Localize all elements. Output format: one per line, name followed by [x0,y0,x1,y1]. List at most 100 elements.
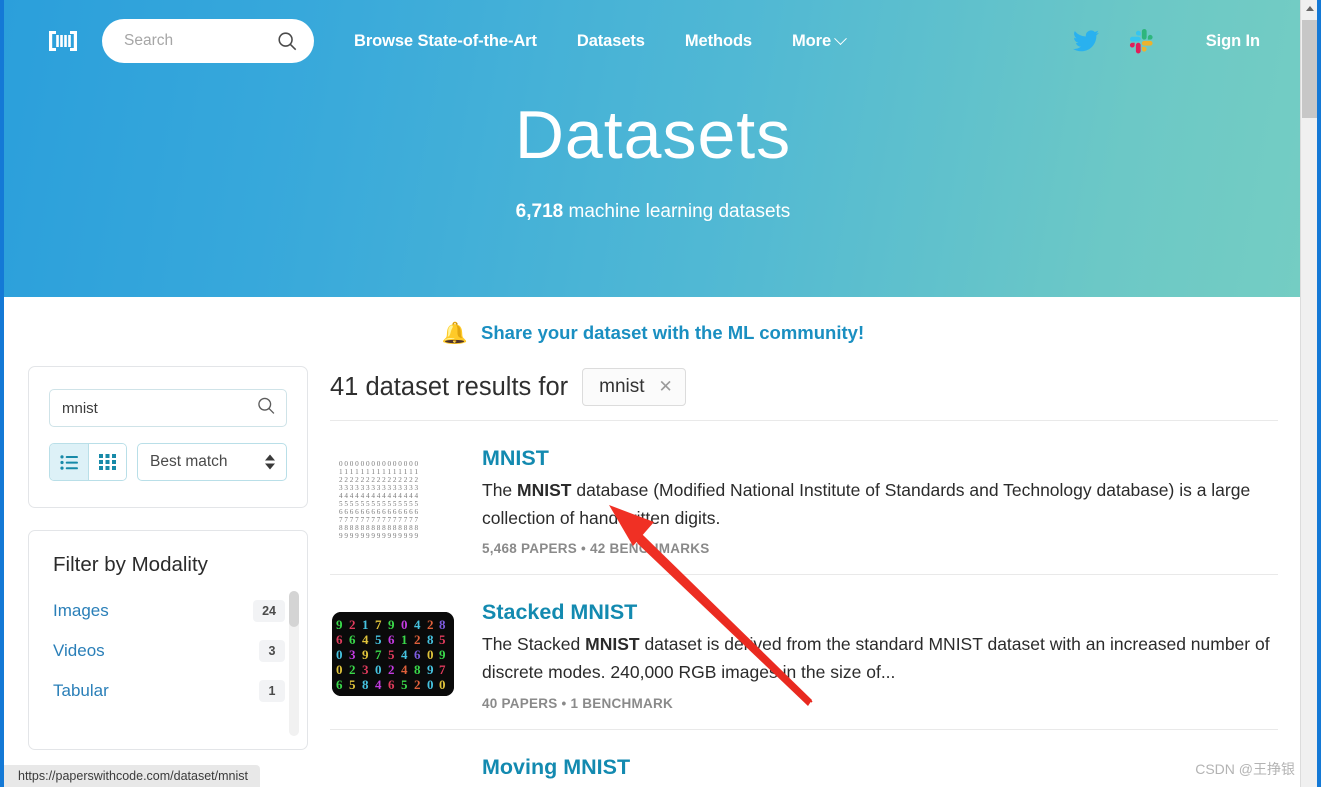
svg-text:6: 6 [414,647,421,662]
svg-text:7: 7 [375,617,382,632]
svg-text:8: 8 [414,662,421,677]
filter-list-scrollbar-thumb[interactable] [289,591,299,627]
window-left-edge [0,0,4,787]
svg-text:9 9 9 9 9 9 9 9 9 9 9 9 9 9 9: 9 9 9 9 9 9 9 9 9 9 9 9 9 9 9 [339,532,418,540]
status-bar-url: https://paperswithcode.com/dataset/mnist [4,765,260,787]
sort-select-value: Best match [150,453,228,470]
close-icon[interactable]: ✕ [659,377,673,397]
stacked-mnist-color-digit-thumbnail: 92 17 90 42 8 66 45 61 28 5 03 9 7 5 4 6… [331,612,454,697]
result-title-link[interactable]: Stacked MNIST [482,600,637,625]
browser-viewport: Browse State-of-the-Art Datasets Methods… [0,0,1321,787]
page-scrollbar[interactable] [1300,0,1318,787]
global-search-box[interactable] [102,19,314,63]
filter-list-scrollbar[interactable] [289,591,299,736]
result-title-link[interactable]: Moving MNIST [482,755,630,780]
dataset-count: 6,718 [515,200,564,222]
result-body: MNIST The MNIST database (Modified Natio… [482,446,1278,556]
result-body: Stacked MNIST The Stacked MNIST dataset … [482,600,1278,710]
svg-text:9: 9 [362,647,369,662]
result-meta: 40 PAPERS • 1 BENCHMARK [482,695,674,711]
svg-text:0 0 0 0 0 0 0 0 0 0 0 0 0 0 0: 0 0 0 0 0 0 0 0 0 0 0 0 0 0 0 [339,460,418,468]
sidebar-search-input[interactable] [50,390,286,426]
svg-text:4: 4 [375,677,382,692]
nav-link-methods[interactable]: Methods [665,32,772,51]
svg-text:5: 5 [388,647,395,662]
scroll-up-arrow-icon[interactable] [1301,0,1318,17]
global-search-input[interactable] [102,19,314,63]
svg-text:7: 7 [439,662,446,677]
results-count-label: 41 dataset results for [330,372,569,401]
filter-item-tabular[interactable]: Tabular 1 [29,671,285,711]
results-column: 41 dataset results for mnist ✕ 0 0 0 0 0… [308,366,1280,787]
svg-text:2: 2 [349,617,356,632]
desc-highlight: MNIST [585,634,640,655]
filter-item-count: 1 [259,680,285,702]
sidebar-search-card: Best match [28,366,308,508]
desc-pre: The [482,480,518,500]
result-item-moving-mnist: Moving MNIST [330,728,1278,787]
result-item-mnist: 0 0 0 0 0 0 0 0 0 0 0 0 0 0 0 1 1 1 1 1 … [330,420,1278,574]
page-scrollbar-thumb[interactable] [1302,20,1317,118]
desc-pre: The Stacked [482,634,586,655]
hero-subtitle-rest: machine learning datasets [563,200,791,222]
nav-links: Browse State-of-the-Art Datasets Methods… [334,32,865,51]
list-view-icon[interactable] [50,444,88,480]
svg-text:3: 3 [349,647,356,662]
hero-subtitle: 6,718 machine learning datasets [4,201,1302,223]
chevron-down-icon [834,31,847,45]
filter-list: Images 24 Videos 3 Tabular 1 [29,591,307,711]
result-thumbnail: 0 0 0 0 0 0 0 0 0 0 0 0 0 0 0 1 1 1 1 1 … [330,446,455,556]
desc-post: database (Modified National Institute of… [482,480,1251,528]
result-title-link[interactable]: MNIST [482,446,549,471]
nav-link-more-label: More [792,31,832,50]
svg-text:5: 5 [401,677,408,692]
sign-in-link[interactable]: Sign In [1186,32,1260,51]
svg-text:4: 4 [362,632,369,647]
filter-item-label: Videos [53,641,105,660]
query-chip-label: mnist [599,376,645,397]
svg-text:7: 7 [375,647,382,662]
share-dataset-banner: 🔔 Share your dataset with the ML communi… [4,297,1302,366]
papers-with-code-logo-icon[interactable] [46,24,80,58]
svg-text:0: 0 [336,662,343,677]
sidebar: Best match Filter by Modality Images 24 [26,366,308,787]
svg-text:4 4 4 4 4 4 4 4 4 4 4 4 4 4 4: 4 4 4 4 4 4 4 4 4 4 4 4 4 4 4 [339,492,418,500]
svg-text:0: 0 [427,677,434,692]
slack-icon[interactable] [1129,28,1156,55]
svg-text:0: 0 [439,677,446,692]
result-meta: 5,468 PAPERS • 42 BENCHMARKS [482,541,710,557]
svg-text:9: 9 [336,617,343,632]
svg-text:3 3 3 3 3 3 3 3 3 3 3 3 3 3 3: 3 3 3 3 3 3 3 3 3 3 3 3 3 3 3 [339,484,418,492]
svg-text:6 6 6 6 6 6 6 6 6 6 6 6 6 6 6: 6 6 6 6 6 6 6 6 6 6 6 6 6 6 6 [339,508,418,516]
svg-text:8 8 8 8 8 8 8 8 8 8 8 8 8 8 8: 8 8 8 8 8 8 8 8 8 8 8 8 8 8 8 [339,524,418,532]
svg-text:5: 5 [439,632,446,647]
hero-center: Datasets 6,718 machine learning datasets [4,98,1302,223]
svg-text:5: 5 [349,677,356,692]
sort-stepper-icon [265,454,275,470]
svg-text:9: 9 [427,662,434,677]
filter-item-images[interactable]: Images 24 [29,591,285,631]
svg-text:0: 0 [336,647,343,662]
query-chip[interactable]: mnist ✕ [582,368,686,406]
svg-text:2: 2 [427,617,434,632]
svg-text:0: 0 [401,617,408,632]
svg-text:2: 2 [349,662,356,677]
twitter-bird-icon[interactable] [1072,30,1099,52]
nav-link-datasets[interactable]: Datasets [557,32,665,51]
filter-item-videos[interactable]: Videos 3 [29,631,285,671]
sort-select[interactable]: Best match [137,443,287,481]
page-scroll-area: Browse State-of-the-Art Datasets Methods… [4,0,1302,787]
sidebar-search-box[interactable] [49,389,287,427]
nav-link-browse-sota[interactable]: Browse State-of-the-Art [334,32,557,51]
bell-icon: 🔔 [441,321,469,345]
svg-text:0: 0 [375,662,382,677]
svg-text:5 5 5 5 5 5 5 5 5 5 5 5 5 5 5: 5 5 5 5 5 5 5 5 5 5 5 5 5 5 5 [339,500,418,508]
result-description: The Stacked MNIST dataset is derived fro… [482,631,1278,686]
mnist-digit-grid-thumbnail: 0 0 0 0 0 0 0 0 0 0 0 0 0 0 0 1 1 1 1 1 … [336,458,449,543]
svg-text:8: 8 [362,677,369,692]
svg-text:0: 0 [427,647,434,662]
grid-view-icon[interactable] [88,444,126,480]
view-toggle-group [49,443,127,481]
share-dataset-link[interactable]: Share your dataset with the ML community… [481,322,864,344]
nav-link-more[interactable]: More [772,32,865,51]
